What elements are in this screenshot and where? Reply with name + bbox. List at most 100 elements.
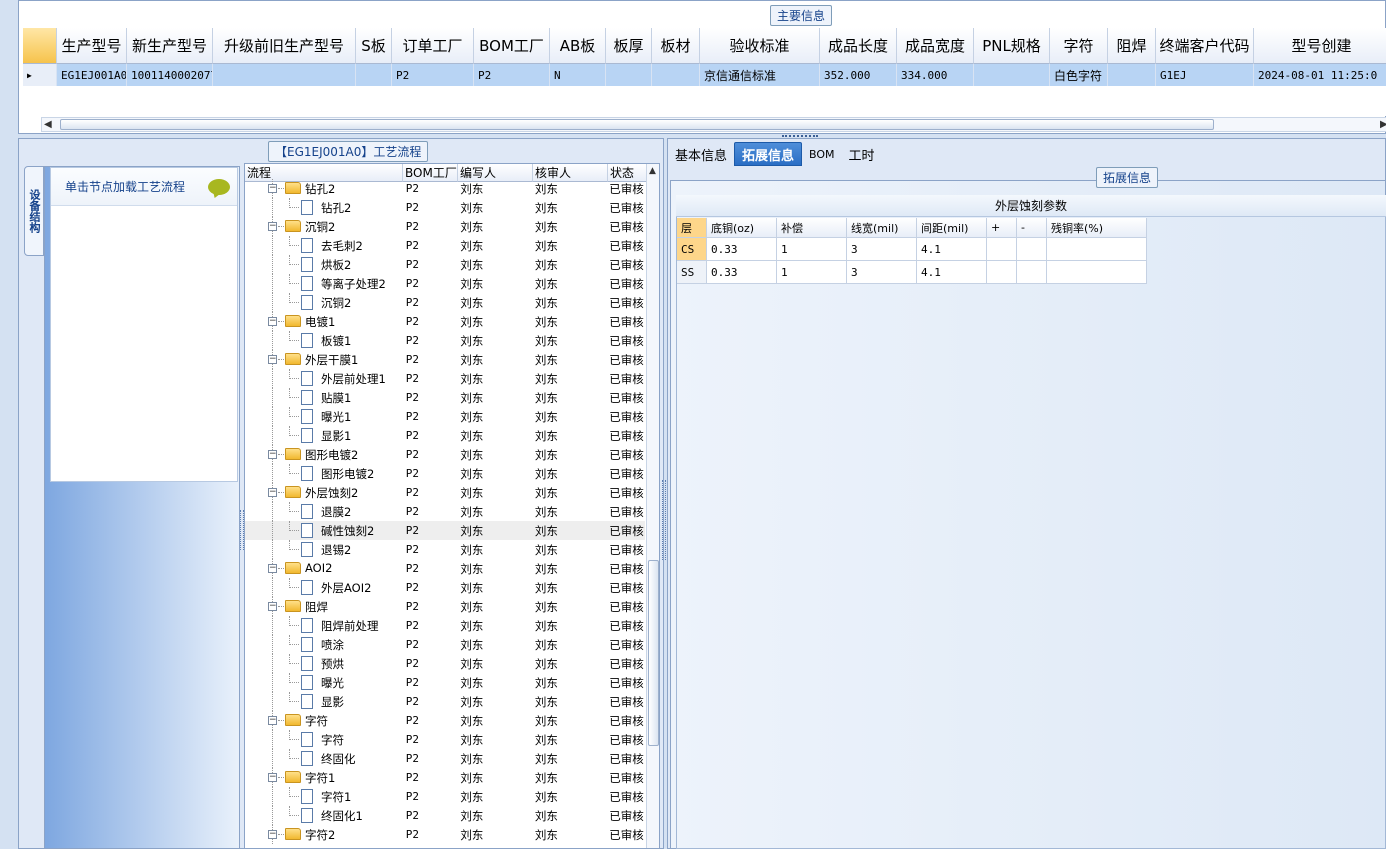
column-header[interactable]: 型号创建: [1254, 28, 1386, 64]
tree-row[interactable]: − 图形电镀2 P2 刘东 刘东 已审核: [245, 445, 645, 464]
tree-row[interactable]: 退锡2 P2 刘东 刘东 已审核: [245, 540, 645, 559]
etch-cell[interactable]: [1017, 238, 1047, 261]
grid-cell[interactable]: [1108, 64, 1156, 86]
tree-row[interactable]: 等离子处理2 P2 刘东 刘东 已审核: [245, 274, 645, 293]
grid-cell[interactable]: [356, 64, 392, 86]
horizontal-scrollbar[interactable]: ◀ ▶: [41, 117, 1386, 132]
tree-node-cell[interactable]: 字符: [245, 730, 402, 749]
center-splitter-grip[interactable]: [662, 480, 666, 560]
scroll-left-icon[interactable]: ◀: [44, 119, 52, 130]
tree-row[interactable]: 喷涂 P2 刘东 刘东 已审核: [245, 635, 645, 654]
column-header[interactable]: 终端客户代码: [1156, 28, 1254, 64]
tree-node-cell[interactable]: − 沉铜2: [245, 217, 402, 236]
tree-node-cell[interactable]: − 电镀1: [245, 312, 402, 331]
grid-cell[interactable]: EG1EJ001A0: [57, 64, 127, 86]
tree-row[interactable]: 烘板2 P2 刘东 刘东 已审核: [245, 255, 645, 274]
etch-cell[interactable]: [1017, 261, 1047, 284]
tree-row[interactable]: 字符 P2 刘东 刘东 已审核: [245, 730, 645, 749]
tree-node-cell[interactable]: 显影1: [245, 426, 402, 445]
etch-row[interactable]: CS 0.33 1 3 4.1: [677, 238, 1147, 261]
top-splitter-grip[interactable]: [782, 135, 818, 138]
etch-cell[interactable]: 0.33: [707, 261, 777, 284]
tree-node-cell[interactable]: − 外层干膜1: [245, 350, 402, 369]
column-header[interactable]: 新生产型号: [127, 28, 213, 64]
tree-node-cell[interactable]: 终固化: [245, 749, 402, 768]
tree-row[interactable]: − AOI2 P2 刘东 刘东 已审核: [245, 559, 645, 578]
etch-column-header[interactable]: 残铜率(%): [1047, 218, 1147, 238]
grid-cell[interactable]: 334.000: [897, 64, 974, 86]
column-header[interactable]: AB板: [550, 28, 606, 64]
tree-node-cell[interactable]: 贴膜1: [245, 388, 402, 407]
grid-cell[interactable]: 2024-08-01 11:25:0: [1254, 64, 1386, 86]
grid-cell[interactable]: [213, 64, 356, 86]
etch-column-header[interactable]: 补偿: [777, 218, 847, 238]
collapse-icon[interactable]: −: [268, 184, 277, 193]
tree-node-cell[interactable]: 阻焊前处理: [245, 616, 402, 635]
tab-bom[interactable]: BOM: [802, 142, 842, 166]
grid-cell[interactable]: P2: [392, 64, 474, 86]
vertical-scrollbar[interactable]: ▲: [646, 164, 659, 848]
scroll-up-icon[interactable]: ▲: [649, 166, 656, 176]
tree-row[interactable]: − 外层干膜1 P2 刘东 刘东 已审核: [245, 350, 645, 369]
tree-row[interactable]: 图形电镀2 P2 刘东 刘东 已审核: [245, 464, 645, 483]
tree-node-cell[interactable]: 图形电镀2: [245, 464, 402, 483]
vertical-scroll-thumb[interactable]: [648, 560, 659, 746]
collapse-icon[interactable]: −: [268, 317, 277, 326]
tree-node-cell[interactable]: 退膜2: [245, 502, 402, 521]
grid-cell[interactable]: 10011400020771: [127, 64, 213, 86]
tree-row[interactable]: 曝光1 P2 刘东 刘东 已审核: [245, 407, 645, 426]
column-header[interactable]: 订单工厂: [392, 28, 474, 64]
column-header[interactable]: 阻焊: [1108, 28, 1156, 64]
etch-row[interactable]: SS 0.33 1 3 4.1: [677, 261, 1147, 284]
tree-node-cell[interactable]: 碱性蚀刻2: [245, 521, 402, 540]
grid-cell[interactable]: [652, 64, 700, 86]
tree-node-cell[interactable]: 喷涂: [245, 635, 402, 654]
tab-extended-info[interactable]: 拓展信息: [734, 142, 803, 166]
tree-row[interactable]: 贴膜1 P2 刘东 刘东 已审核: [245, 388, 645, 407]
tree-row[interactable]: 外层AOI2 P2 刘东 刘东 已审核: [245, 578, 645, 597]
grid-cell[interactable]: [974, 64, 1050, 86]
etch-cell[interactable]: 4.1: [917, 238, 987, 261]
collapse-icon[interactable]: −: [268, 564, 277, 573]
tree-node-cell[interactable]: 显影: [245, 692, 402, 711]
tree-row[interactable]: − 电镀1 P2 刘东 刘东 已审核: [245, 312, 645, 331]
tree-node-cell[interactable]: − 钻孔2: [245, 179, 402, 198]
grid-cell[interactable]: P2: [474, 64, 550, 86]
tab-basic-info[interactable]: 基本信息: [668, 142, 734, 166]
tree-row[interactable]: − 钻孔2 P2 刘东 刘东 已审核: [245, 179, 645, 198]
etch-layer-cell[interactable]: SS: [677, 261, 707, 284]
column-header[interactable]: BOM工厂: [474, 28, 550, 64]
tree-row[interactable]: 终固化 P2 刘东 刘东 已审核: [245, 749, 645, 768]
collapse-icon[interactable]: −: [268, 602, 277, 611]
tree-node-cell[interactable]: − 图形电镀2: [245, 445, 402, 464]
etch-column-header[interactable]: 层: [677, 218, 707, 238]
tree-node-cell[interactable]: − AOI2: [245, 559, 402, 578]
grid-cell[interactable]: 352.000: [820, 64, 897, 86]
collapse-icon[interactable]: −: [268, 488, 277, 497]
main-grid-row[interactable]: ▶EG1EJ001A010011400020771P2P2N京信通信标准352.…: [23, 64, 1386, 86]
tree-row[interactable]: 阻焊前处理 P2 刘东 刘东 已审核: [245, 616, 645, 635]
tree-row[interactable]: 曝光 P2 刘东 刘东 已审核: [245, 673, 645, 692]
etch-layer-cell[interactable]: CS: [677, 238, 707, 261]
etch-column-header[interactable]: -: [1017, 218, 1047, 238]
tree-node-cell[interactable]: 钻孔2: [245, 198, 402, 217]
collapse-icon[interactable]: −: [268, 355, 277, 364]
column-header[interactable]: 字符: [1050, 28, 1108, 64]
tree-row[interactable]: 板镀1 P2 刘东 刘东 已审核: [245, 331, 645, 350]
tab-work-hours[interactable]: 工时: [842, 142, 882, 166]
tree-node-cell[interactable]: 退锡2: [245, 540, 402, 559]
tree-row[interactable]: 碱性蚀刻2 P2 刘东 刘东 已审核: [245, 521, 645, 540]
tree-node-cell[interactable]: − 字符1: [245, 768, 402, 787]
tree-row[interactable]: − 字符 P2 刘东 刘东 已审核: [245, 711, 645, 730]
column-header[interactable]: 成品宽度: [897, 28, 974, 64]
column-header[interactable]: 升级前旧生产型号: [213, 28, 356, 64]
tree-row[interactable]: − 阻焊 P2 刘东 刘东 已审核: [245, 597, 645, 616]
tree-node-cell[interactable]: 去毛刺2: [245, 236, 402, 255]
etch-cell[interactable]: 1: [777, 261, 847, 284]
collapse-icon[interactable]: −: [268, 716, 277, 725]
grid-cell[interactable]: [606, 64, 652, 86]
etch-cell[interactable]: [1047, 261, 1147, 284]
column-header[interactable]: PNL规格: [974, 28, 1050, 64]
tree-row[interactable]: 钻孔2 P2 刘东 刘东 已审核: [245, 198, 645, 217]
tree-node-cell[interactable]: 字符1: [245, 787, 402, 806]
